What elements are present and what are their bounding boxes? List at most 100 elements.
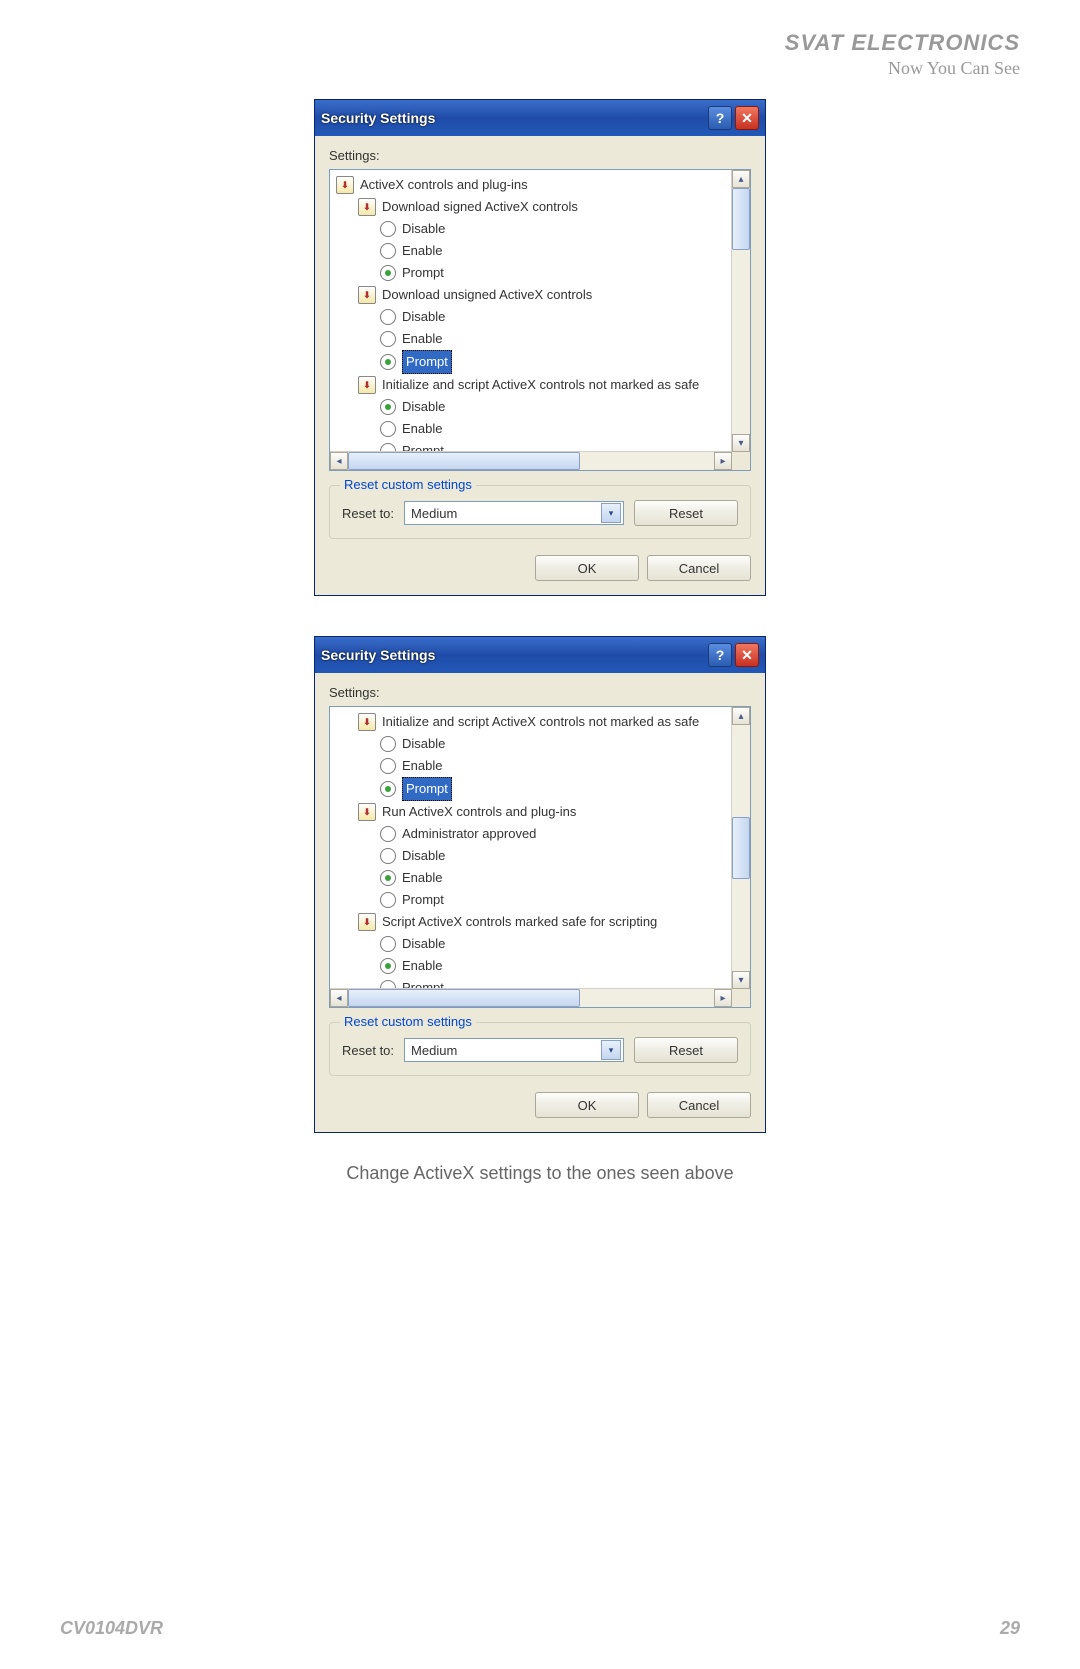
ok-button[interactable]: OK xyxy=(535,1092,639,1118)
radio-icon xyxy=(380,958,396,974)
scroll-up-icon[interactable]: ▴ xyxy=(732,707,750,725)
activex-icon: ⬇ xyxy=(358,803,376,821)
settings-listbox[interactable]: ⬇ ActiveX controls and plug-ins ⬇ Downlo… xyxy=(329,169,751,471)
radio-option[interactable]: Prompt xyxy=(336,350,750,374)
brand-text: SVAT ELECTRONICS xyxy=(0,30,1020,56)
scroll-down-icon[interactable]: ▾ xyxy=(732,434,750,452)
activex-icon: ⬇ xyxy=(358,713,376,731)
activex-icon: ⬇ xyxy=(358,198,376,216)
radio-option[interactable]: Disable xyxy=(336,733,750,755)
radio-icon xyxy=(380,781,396,797)
tagline-text: Now You Can See xyxy=(0,58,1020,79)
scroll-right-icon[interactable]: ▸ xyxy=(714,989,732,1007)
tree-group: ⬇ ActiveX controls and plug-ins xyxy=(336,174,750,196)
titlebar-text: Security Settings xyxy=(321,110,435,126)
group-label: Download unsigned ActiveX controls xyxy=(382,284,592,306)
combo-value: Medium xyxy=(411,506,457,521)
radio-icon xyxy=(380,421,396,437)
footer-page: 29 xyxy=(1000,1618,1020,1639)
horizontal-scrollbar[interactable]: ◂ ▸ xyxy=(330,451,732,470)
vertical-scrollbar[interactable]: ▴ ▾ xyxy=(731,707,750,989)
scroll-corner xyxy=(732,989,750,1007)
group-label: Initialize and script ActiveX controls n… xyxy=(382,374,699,396)
radio-icon xyxy=(380,309,396,325)
scroll-right-icon[interactable]: ▸ xyxy=(714,452,732,470)
radio-icon xyxy=(380,243,396,259)
radio-option[interactable]: Enable xyxy=(336,418,750,440)
radio-option[interactable]: Prompt xyxy=(336,889,750,911)
group-label: Script ActiveX controls marked safe for … xyxy=(382,911,657,933)
scroll-left-icon[interactable]: ◂ xyxy=(330,989,348,1007)
scroll-down-icon[interactable]: ▾ xyxy=(732,971,750,989)
page-footer: CV0104DVR 29 xyxy=(0,1618,1080,1639)
radio-option[interactable]: Disable xyxy=(336,845,750,867)
horizontal-scrollbar[interactable]: ◂ ▸ xyxy=(330,988,732,1007)
reset-to-combo[interactable]: Medium ▾ xyxy=(404,501,624,525)
settings-label: Settings: xyxy=(329,685,751,700)
caption-text: Change ActiveX settings to the ones seen… xyxy=(0,1163,1080,1184)
activex-icon: ⬇ xyxy=(358,376,376,394)
radio-option[interactable]: Disable xyxy=(336,933,750,955)
tree-group: ⬇ Initialize and script ActiveX controls… xyxy=(336,711,750,733)
scroll-up-icon[interactable]: ▴ xyxy=(732,170,750,188)
radio-icon xyxy=(380,758,396,774)
radio-icon xyxy=(380,221,396,237)
radio-option[interactable]: Enable xyxy=(336,867,750,889)
settings-label: Settings: xyxy=(329,148,751,163)
vertical-scrollbar[interactable]: ▴ ▾ xyxy=(731,170,750,452)
security-settings-dialog-2: Security Settings ? ✕ Settings: ⬇ Initia… xyxy=(314,636,766,1133)
reset-to-combo[interactable]: Medium ▾ xyxy=(404,1038,624,1062)
chevron-down-icon: ▾ xyxy=(601,1040,621,1060)
radio-option[interactable]: Administrator approved xyxy=(336,823,750,845)
cancel-button[interactable]: Cancel xyxy=(647,1092,751,1118)
tree-group: ⬇ Initialize and script ActiveX controls… xyxy=(336,374,750,396)
ok-button[interactable]: OK xyxy=(535,555,639,581)
tree-group: ⬇ Run ActiveX controls and plug-ins xyxy=(336,801,750,823)
reset-fieldset: Reset custom settings Reset to: Medium ▾… xyxy=(329,1022,751,1076)
titlebar: Security Settings ? ✕ xyxy=(315,637,765,673)
help-button[interactable]: ? xyxy=(708,643,732,667)
fieldset-legend: Reset custom settings xyxy=(340,477,476,492)
radio-option[interactable]: Prompt xyxy=(336,777,750,801)
radio-option[interactable]: Disable xyxy=(336,396,750,418)
reset-fieldset: Reset custom settings Reset to: Medium ▾… xyxy=(329,485,751,539)
settings-listbox[interactable]: ⬇ Initialize and script ActiveX controls… xyxy=(329,706,751,1008)
tree-group: ⬇ Script ActiveX controls marked safe fo… xyxy=(336,911,750,933)
radio-icon xyxy=(380,265,396,281)
radio-option[interactable]: Enable xyxy=(336,755,750,777)
radio-icon xyxy=(380,936,396,952)
scroll-thumb[interactable] xyxy=(732,817,750,879)
scroll-thumb-h[interactable] xyxy=(348,452,580,470)
reset-to-label: Reset to: xyxy=(342,506,394,521)
page-header: SVAT ELECTRONICS Now You Can See xyxy=(0,0,1080,79)
reset-button[interactable]: Reset xyxy=(634,500,738,526)
radio-icon xyxy=(380,848,396,864)
activex-icon: ⬇ xyxy=(358,913,376,931)
scroll-thumb-h[interactable] xyxy=(348,989,580,1007)
radio-option[interactable]: Enable xyxy=(336,328,750,350)
radio-icon xyxy=(380,892,396,908)
radio-option[interactable]: Disable xyxy=(336,306,750,328)
tree-group: ⬇ Download signed ActiveX controls xyxy=(336,196,750,218)
cancel-button[interactable]: Cancel xyxy=(647,555,751,581)
radio-option[interactable]: Enable xyxy=(336,955,750,977)
titlebar-text: Security Settings xyxy=(321,647,435,663)
fieldset-legend: Reset custom settings xyxy=(340,1014,476,1029)
radio-option[interactable]: Prompt xyxy=(336,262,750,284)
group-label: Initialize and script ActiveX controls n… xyxy=(382,711,699,733)
scroll-thumb[interactable] xyxy=(732,188,750,250)
combo-value: Medium xyxy=(411,1043,457,1058)
radio-icon xyxy=(380,826,396,842)
security-settings-dialog-1: Security Settings ? ✕ Settings: ⬇ Active… xyxy=(314,99,766,596)
radio-icon xyxy=(380,354,396,370)
reset-button[interactable]: Reset xyxy=(634,1037,738,1063)
close-button[interactable]: ✕ xyxy=(735,106,759,130)
chevron-down-icon: ▾ xyxy=(601,503,621,523)
scroll-corner xyxy=(732,452,750,470)
help-button[interactable]: ? xyxy=(708,106,732,130)
radio-option[interactable]: Disable xyxy=(336,218,750,240)
close-button[interactable]: ✕ xyxy=(735,643,759,667)
radio-option[interactable]: Enable xyxy=(336,240,750,262)
scroll-left-icon[interactable]: ◂ xyxy=(330,452,348,470)
tree-group: ⬇ Download unsigned ActiveX controls xyxy=(336,284,750,306)
